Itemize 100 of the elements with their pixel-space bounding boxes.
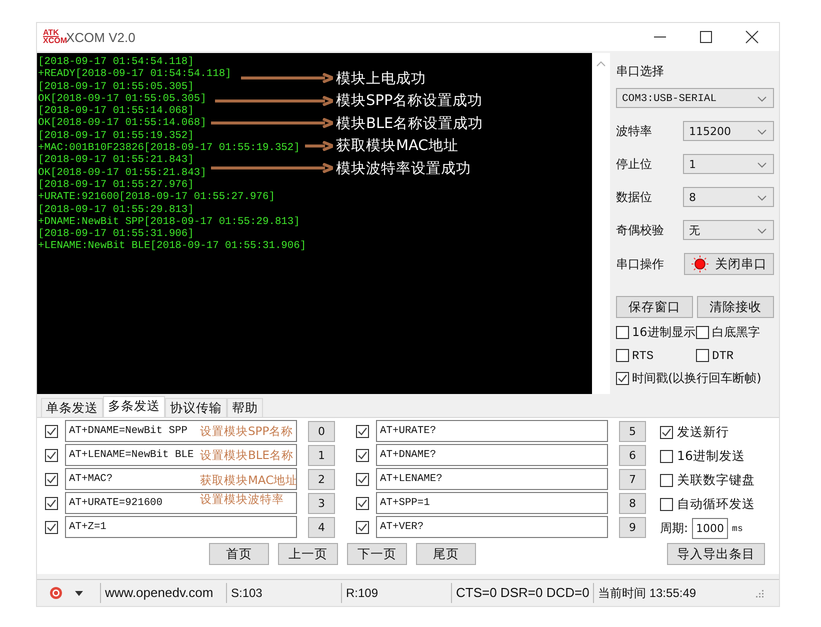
terminal-line: [2018-09-17 01:55:19.352] [38, 130, 194, 142]
command-field[interactable]: AT+URATE? [376, 420, 608, 442]
check-icon [617, 373, 628, 384]
setting-label: 数据位 [616, 188, 652, 206]
send-tab[interactable]: 帮助 [227, 398, 263, 417]
setting-label: 波特率 [616, 122, 652, 140]
website-link[interactable]: www.openedv.com [101, 583, 227, 603]
pointer-arrow [305, 140, 333, 151]
close-port-button[interactable]: 关闭串口 [684, 253, 774, 275]
item-checkbox[interactable] [356, 496, 369, 510]
item-checkbox[interactable] [45, 496, 58, 510]
panel-button[interactable]: 清除接收 [697, 296, 774, 318]
chevron-icon [757, 162, 767, 168]
command-field[interactable]: AT+Z=1 [65, 516, 297, 538]
option-checkbox[interactable]: 发送新行 [660, 422, 755, 442]
page-button[interactable]: 上一页 [278, 543, 338, 565]
option-checkbox[interactable]: 自动循环发送 [660, 494, 755, 514]
terminal-line: OK[2018-09-17 01:55:14.068] [38, 117, 206, 130]
send-button[interactable]: 2 [308, 468, 335, 490]
chevron-icon [757, 228, 767, 234]
terminal-line: +LENAME:NewBit BLE[2018-09-17 01:55:31.906] [38, 240, 306, 253]
received-count: R:109 [342, 583, 452, 603]
chevron-icon [757, 195, 767, 201]
setting-select[interactable]: 无 [683, 220, 774, 240]
item-checkbox[interactable] [45, 520, 58, 534]
annotation-label: 模块波特率设置成功 [336, 160, 471, 178]
terminal-line: [2018-09-17 01:55:14.068] [38, 105, 194, 118]
send-button[interactable]: 8 [619, 492, 646, 514]
option-checkbox[interactable]: 16进制发送 [660, 446, 755, 466]
option-checkbox[interactable]: RTS [616, 347, 696, 364]
terminal-line: [2018-09-17 01:55:31.906] [38, 228, 194, 240]
resize-grip-icon[interactable] [754, 588, 764, 598]
maximize-icon[interactable] [699, 30, 713, 44]
sent-count: S:103 [227, 583, 342, 603]
option-checkbox[interactable]: DTR [696, 347, 776, 364]
terminal-line: +DNAME:NewBit SPP[2018-09-17 01:55:29.813] [38, 216, 300, 228]
option-checkbox[interactable]: 白底黑字 [696, 324, 776, 341]
annotation-label: 模块BLE名称设置成功 [336, 114, 484, 133]
dropdown-icon[interactable] [75, 590, 83, 596]
current-time: 当前时间 13:55:49 [597, 585, 698, 602]
import-export-button[interactable]: 导入导出条目 [667, 543, 765, 565]
setting-select[interactable]: 8 [683, 187, 774, 207]
terminal-line: OK[2018-09-17 01:55:21.843] [38, 166, 206, 179]
send-button[interactable]: 4 [308, 516, 335, 538]
period-label: 周期: [660, 520, 688, 537]
scrollbar[interactable] [592, 53, 610, 394]
period-field[interactable]: 1000 [692, 518, 728, 539]
close-icon[interactable] [745, 30, 759, 44]
send-tab[interactable]: 协议传输 [165, 398, 227, 417]
item-checkbox[interactable] [45, 424, 58, 438]
page-button[interactable]: 下一页 [347, 543, 407, 565]
line-status: CTS=0 DSR=0 DCD=0 [452, 583, 594, 603]
send-button[interactable]: 6 [619, 444, 646, 466]
annotation-note: 设置模块BLE名称 [200, 448, 294, 462]
item-checkbox[interactable] [45, 472, 58, 486]
send-tab[interactable]: 单条发送 [41, 398, 103, 417]
item-checkbox[interactable] [356, 520, 369, 534]
window-title: XCOM V2.0 [66, 30, 136, 44]
command-field[interactable]: AT+LENAME? [376, 468, 608, 490]
chevron-icon [757, 96, 767, 102]
setting-label: 停止位 [616, 156, 652, 172]
annotation-note: 设置模块波特率 [200, 493, 284, 506]
item-checkbox[interactable] [356, 448, 369, 462]
stop-icon[interactable] [49, 586, 63, 600]
setting-label: 奇偶校验 [616, 222, 664, 238]
send-button[interactable]: 7 [619, 468, 646, 490]
panel-button[interactable]: 保存窗口 [616, 296, 693, 318]
command-field[interactable]: AT+DNAME? [376, 444, 608, 466]
setting-select[interactable]: 1 [683, 154, 774, 174]
terminal-line: [2018-09-17 01:55:21.843] [38, 154, 194, 167]
terminal-line: [2018-09-17 01:55:05.305] [38, 80, 194, 93]
send-tab[interactable]: 多条发送 [103, 396, 165, 417]
annotation-label: 获取模块MAC地址 [336, 137, 458, 156]
send-button[interactable]: 0 [308, 420, 335, 442]
item-checkbox[interactable] [45, 448, 58, 462]
chevron-icon [757, 129, 767, 135]
terminal-line: [2018-09-17 01:55:29.813] [38, 204, 194, 216]
terminal-line: OK[2018-09-17 01:55:05.305] [38, 92, 206, 106]
send-button[interactable]: 3 [308, 492, 335, 514]
option-checkbox[interactable]: 关联数字键盘 [660, 470, 755, 490]
send-button[interactable]: 9 [619, 516, 646, 538]
option-checkbox[interactable]: 时间戳(以换行回车断帧) [616, 370, 762, 387]
setting-select[interactable]: 115200 [683, 121, 774, 141]
annotation-label: 模块上电成功 [336, 70, 426, 88]
operation-label: 串口操作 [616, 256, 664, 272]
item-checkbox[interactable] [356, 472, 369, 486]
command-field[interactable]: AT+VER? [376, 516, 608, 538]
annotation-label: 模块SPP名称设置成功 [336, 92, 483, 110]
port-label: 串口选择 [616, 63, 665, 80]
check-icon [661, 426, 672, 438]
page-button[interactable]: 首页 [209, 543, 269, 565]
item-checkbox[interactable] [356, 424, 369, 438]
port-select[interactable]: COM3:USB-SERIAL [616, 88, 774, 108]
option-checkbox[interactable]: 16进制显示 [616, 324, 696, 341]
terminal-line: +READY[2018-09-17 01:54:54.118] [38, 68, 232, 81]
command-field[interactable]: AT+SPP=1 [376, 492, 608, 514]
send-button[interactable]: 5 [619, 420, 646, 442]
send-button[interactable]: 1 [308, 444, 335, 466]
page-button[interactable]: 尾页 [416, 543, 476, 565]
annotation-note: 设置模块SPP名称 [200, 424, 294, 438]
